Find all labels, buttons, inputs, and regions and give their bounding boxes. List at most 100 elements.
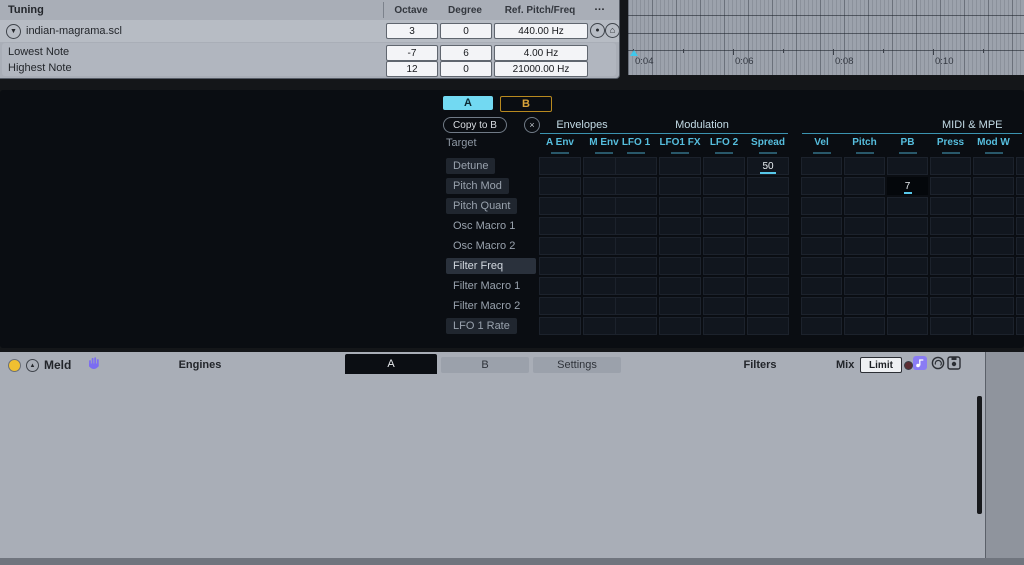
matrix-cell[interactable] [1016,157,1024,175]
matrix-cell[interactable] [659,317,701,335]
highest-freq-field[interactable]: 21000.00 Hz [494,61,588,77]
matrix-cell[interactable] [747,277,789,295]
tab-engine-a[interactable]: A [345,354,437,374]
matrix-cell[interactable] [844,157,885,175]
matrix-cell[interactable] [887,317,928,335]
matrix-cell[interactable] [887,257,928,275]
matrix-cell[interactable] [801,257,842,275]
tab-engine-b[interactable]: B [441,357,529,373]
matrix-cell[interactable] [930,257,971,275]
matrix-cell[interactable] [703,197,745,215]
matrix-row-osc-macro-1[interactable]: Osc Macro 1 [446,218,522,234]
matrix-row-osc-macro-2[interactable]: Osc Macro 2 [446,238,522,254]
matrix-cell[interactable] [887,277,928,295]
matrix-row-lfo-1-rate[interactable]: LFO 1 Rate [446,318,517,334]
matrix-cell[interactable] [1016,297,1024,315]
hot-swap-icon[interactable] [931,356,945,370]
copy-to-b-button[interactable]: Copy to B [443,117,507,133]
matrix-cell[interactable] [747,317,789,335]
matrix-cell[interactable] [1016,317,1024,335]
tab-settings[interactable]: Settings [533,357,621,373]
matrix-cell[interactable] [930,177,971,195]
device-title[interactable]: Meld [44,358,71,372]
matrix-cell[interactable] [539,197,581,215]
matrix-tab-b[interactable]: B [500,96,552,112]
matrix-cell[interactable] [615,257,657,275]
save-scale-icon[interactable]: ● [590,23,605,38]
matrix-cell[interactable] [844,197,885,215]
matrix-cell[interactable] [659,237,701,255]
matrix-cell[interactable] [747,197,789,215]
matrix-tab-a[interactable]: A [443,96,493,110]
scale-degree-field[interactable]: 0 [440,23,492,39]
matrix-cell[interactable] [801,277,842,295]
matrix-cell[interactable] [844,177,885,195]
home-icon[interactable]: ⌂ [605,23,620,38]
matrix-row-filter-macro-1[interactable]: Filter Macro 1 [446,278,527,294]
matrix-cell[interactable] [615,237,657,255]
matrix-cell[interactable] [930,197,971,215]
matrix-cell[interactable] [539,237,581,255]
matrix-cell[interactable] [844,237,885,255]
matrix-cell[interactable] [703,217,745,235]
scale-octave-field[interactable]: 3 [386,23,438,39]
save-preset-icon[interactable] [947,356,961,370]
matrix-cell[interactable] [887,197,928,215]
matrix-row-detune[interactable]: Detune [446,158,495,174]
matrix-cell[interactable] [973,177,1014,195]
matrix-cell[interactable] [801,177,842,195]
scale-fold-icon[interactable]: ▼ [6,24,21,39]
matrix-cell[interactable] [703,237,745,255]
matrix-cell[interactable] [887,217,928,235]
matrix-cell[interactable] [801,197,842,215]
matrix-cell[interactable] [615,157,657,175]
matrix-row-pitch-quant[interactable]: Pitch Quant [446,198,517,214]
matrix-cell[interactable] [801,297,842,315]
device-on-led[interactable] [8,359,21,372]
matrix-cell[interactable] [703,257,745,275]
matrix-cell[interactable] [615,197,657,215]
matrix-cell[interactable] [659,297,701,315]
highest-octave-field[interactable]: 12 [386,61,438,77]
matrix-cell[interactable] [930,217,971,235]
matrix-cell[interactable] [887,237,928,255]
matrix-cell[interactable] [973,277,1014,295]
lowest-degree-field[interactable]: 6 [440,45,492,61]
matrix-cell[interactable] [659,217,701,235]
matrix-cell[interactable] [801,217,842,235]
scale-freq-field[interactable]: 440.00 Hz [494,23,588,39]
matrix-cell[interactable] [844,257,885,275]
matrix-cell[interactable] [930,157,971,175]
matrix-cell[interactable] [615,217,657,235]
arrangement-ruler[interactable]: 0:04 0:06 0:08 0:10 [628,0,1024,75]
highest-degree-field[interactable]: 0 [440,61,492,77]
matrix-cell[interactable] [930,317,971,335]
matrix-cell[interactable] [1016,237,1024,255]
matrix-cell[interactable] [801,237,842,255]
matrix-row-filter-freq[interactable]: Filter Freq [446,258,536,274]
matrix-cell[interactable] [615,297,657,315]
matrix-cell[interactable] [659,177,701,195]
matrix-cell[interactable] [703,297,745,315]
matrix-cell[interactable] [539,157,581,175]
matrix-cell[interactable] [973,297,1014,315]
device-scrollbar[interactable] [977,396,982,514]
matrix-cell[interactable] [973,157,1014,175]
matrix-cell[interactable] [703,317,745,335]
matrix-cell[interactable] [844,317,885,335]
matrix-cell[interactable] [973,217,1014,235]
mpe-settings-icon[interactable] [913,356,927,370]
matrix-cell[interactable] [801,157,842,175]
matrix-cell[interactable] [747,237,789,255]
scale-file-name[interactable]: indian-magrama.scl [26,25,122,37]
matrix-cell[interactable] [703,177,745,195]
matrix-cell[interactable] [703,157,745,175]
matrix-cell[interactable] [973,257,1014,275]
matrix-cell[interactable] [615,177,657,195]
matrix-cell[interactable] [615,317,657,335]
matrix-cell[interactable] [615,277,657,295]
limit-button[interactable]: Limit [860,357,902,373]
matrix-cell[interactable] [1016,277,1024,295]
matrix-cell[interactable] [973,237,1014,255]
matrix-cell[interactable] [539,297,581,315]
